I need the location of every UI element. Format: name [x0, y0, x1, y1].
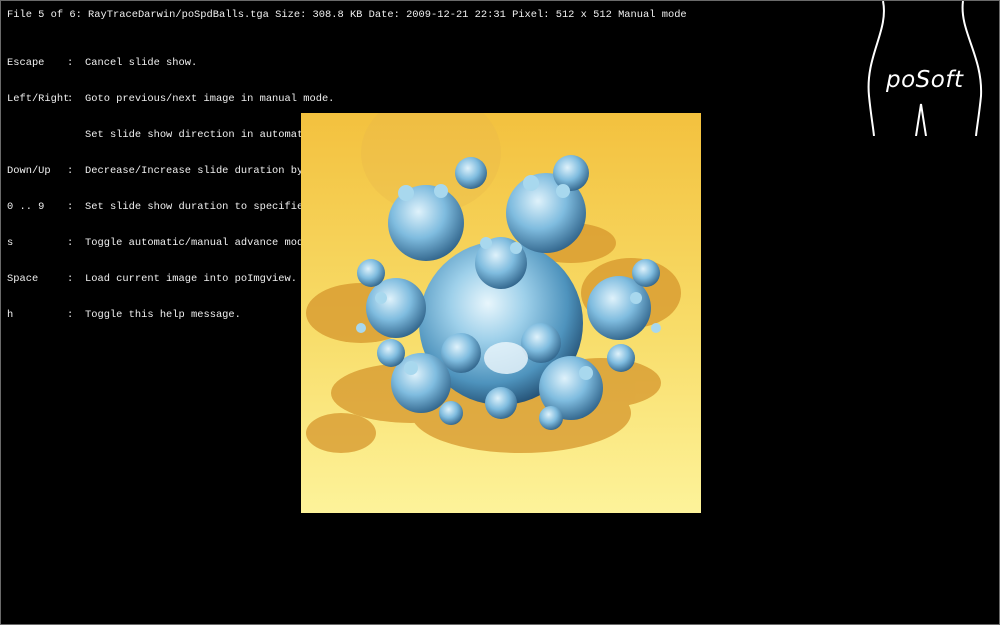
- help-separator: :: [67, 201, 74, 213]
- help-key: h: [7, 309, 14, 321]
- slideshow-window[interactable]: File 5 of 6: RayTraceDarwin/poSpdBalls.t…: [0, 0, 1000, 625]
- help-separator: :: [67, 309, 74, 321]
- help-separator: [67, 129, 85, 141]
- help-description: Load current image into poImgview.: [85, 273, 298, 285]
- posoft-logo: poSoft: [863, 1, 999, 137]
- help-separator: :: [67, 93, 74, 105]
- help-row: Left/Right: Goto previous/next image in m…: [7, 93, 384, 105]
- help-separator: :: [67, 273, 74, 285]
- help-separator: :: [67, 237, 74, 249]
- help-separator: :: [67, 57, 74, 69]
- help-description: Goto previous/next image in manual mode.: [85, 93, 335, 105]
- help-key: Down/Up: [7, 165, 51, 177]
- status-line: File 5 of 6: RayTraceDarwin/poSpdBalls.t…: [7, 9, 687, 21]
- help-description: Toggle automatic/manual advance mode.: [85, 237, 316, 249]
- help-row: Escape: Cancel slide show.: [7, 57, 384, 69]
- fractal-spheres-render: [301, 113, 701, 513]
- help-key: Space: [7, 273, 39, 285]
- help-description: Cancel slide show.: [85, 57, 198, 69]
- help-key: [7, 129, 67, 141]
- help-description: Toggle this help message.: [85, 309, 241, 321]
- help-key: 0 .. 9: [7, 201, 45, 213]
- help-key: Escape: [7, 57, 45, 69]
- help-key: s: [7, 237, 14, 249]
- slide-image: [301, 113, 701, 513]
- help-separator: :: [67, 165, 74, 177]
- logo-text: poSoft: [886, 67, 964, 93]
- help-key: Left/Right: [7, 93, 70, 105]
